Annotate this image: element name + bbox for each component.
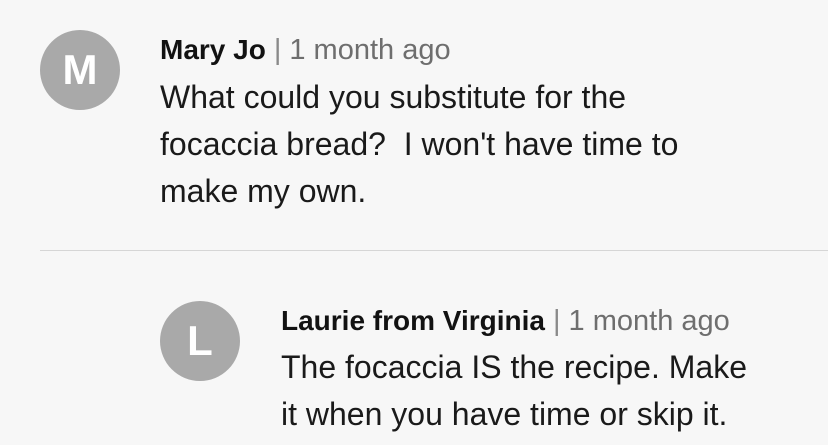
comment-text: What could you substitute for the focacc… — [160, 74, 820, 215]
comment-text-line: The focaccia IS the recipe. Make — [281, 349, 747, 385]
comment-divider — [40, 250, 828, 251]
comment-text-line: focaccia bread? I won't have time to — [160, 126, 679, 162]
avatar-initial: L — [187, 317, 213, 364]
comment-text-line: make my own. — [160, 173, 367, 209]
avatar-initial: M — [62, 46, 98, 93]
meta-separator: | — [553, 305, 561, 337]
comment-author[interactable]: Laurie from Virginia — [281, 305, 545, 336]
comment-author[interactable]: Mary Jo — [160, 34, 266, 65]
meta-separator: | — [273, 34, 282, 66]
comment-meta: Laurie from Virginia | 1 month ago — [281, 307, 730, 336]
comment-timestamp: 1 month ago — [289, 34, 451, 66]
comment-text-line: What could you substitute for the — [160, 79, 627, 115]
comment-meta: Mary Jo | 1 month ago — [160, 36, 451, 65]
avatar[interactable]: M — [40, 30, 120, 110]
comment-timestamp: 1 month ago — [568, 305, 730, 337]
avatar[interactable]: L — [160, 301, 240, 381]
comment-text-line: it when you have time or skip it. — [281, 396, 728, 432]
comment-text: The focaccia IS the recipe. Make it when… — [281, 344, 826, 438]
